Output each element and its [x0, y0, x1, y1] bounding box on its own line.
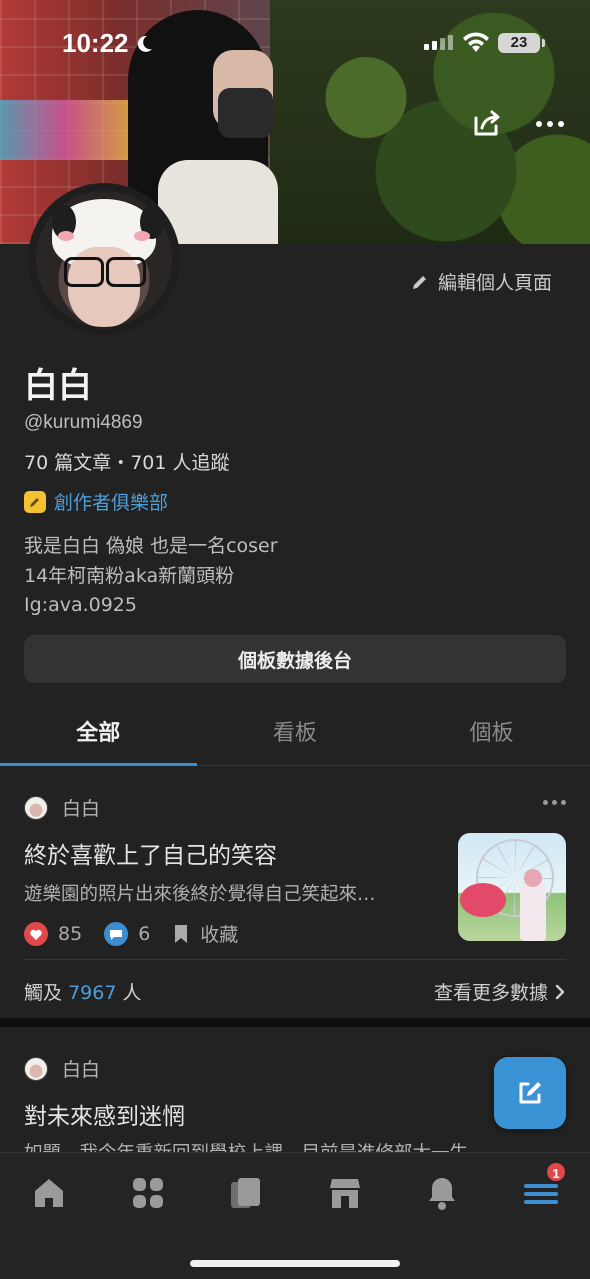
- dashboard-button[interactable]: 個板數據後台: [24, 635, 566, 683]
- author-avatar: [24, 1056, 48, 1081]
- save-label: 收藏: [200, 924, 239, 946]
- more-options-button[interactable]: [530, 104, 570, 144]
- more-data-label: 查看更多數據: [433, 982, 548, 1004]
- post-author[interactable]: 白白: [24, 794, 100, 821]
- post-more-button[interactable]: [543, 800, 566, 805]
- home-indicator[interactable]: [190, 1260, 400, 1267]
- profile-stats: 70 篇文章・701 人追蹤: [24, 452, 230, 474]
- like-button[interactable]: 85: [24, 921, 83, 946]
- moon-icon: [137, 35, 152, 52]
- cards-icon: [231, 1178, 260, 1208]
- author-name: 白白: [62, 1059, 101, 1081]
- heart-icon: [24, 921, 48, 946]
- status-time: 10:22: [62, 28, 129, 58]
- compose-button[interactable]: [494, 1057, 566, 1129]
- profile-bio: 我是白白 偽娘 也是一名coser 14年柯南粉aka新蘭頭粉 Ig:ava.0…: [24, 532, 278, 621]
- nav-cards[interactable]: [222, 1171, 270, 1215]
- tab-personal-board[interactable]: 個板: [393, 704, 590, 765]
- share-icon: [474, 110, 500, 136]
- post-actions: 85 6 收藏: [24, 920, 260, 947]
- creator-club-link[interactable]: 創作者俱樂部: [24, 488, 168, 515]
- more-data-link[interactable]: 查看更多數據: [434, 978, 566, 1005]
- post-author[interactable]: 白白: [24, 1055, 100, 1082]
- post-reach: 觸及 7967 人: [24, 982, 142, 1004]
- bookmark-icon: [175, 924, 188, 943]
- edit-profile-label: 編輯個人頁面: [438, 272, 553, 294]
- bio-line: Ig:ava.0925: [24, 594, 137, 616]
- like-count: 85: [58, 922, 83, 945]
- reach-count: 7967: [68, 982, 117, 1004]
- pen-badge-icon: [24, 490, 46, 513]
- nav-boards[interactable]: [124, 1171, 172, 1215]
- post-card[interactable]: 白白 終於喜歡上了自己的笑容 遊樂園的照片出來後終於覺得自己笑起來… 85 6 …: [0, 766, 590, 1018]
- post-separator: [0, 1018, 590, 1027]
- post-excerpt: 如題，我今年重新回到學校上課，目前是進修部大一生: [24, 1139, 544, 1152]
- author-avatar: [24, 795, 48, 820]
- compose-icon: [519, 1082, 541, 1104]
- tab-all[interactable]: 全部: [0, 704, 197, 766]
- profile-tabs: 全部 看板 個板: [0, 704, 590, 766]
- comment-icon: [104, 921, 129, 946]
- nav-menu[interactable]: 1: [517, 1161, 567, 1215]
- share-button[interactable]: [466, 104, 506, 144]
- tab-boards[interactable]: 看板: [197, 704, 394, 765]
- comment-count: 6: [138, 922, 151, 945]
- home-icon: [35, 1179, 63, 1207]
- status-bar: 10:22 23: [0, 0, 590, 88]
- notification-badge: 1: [545, 1161, 567, 1183]
- nav-shop[interactable]: [321, 1171, 369, 1215]
- save-button[interactable]: 收藏: [172, 920, 238, 947]
- nav-notifications[interactable]: [418, 1171, 466, 1215]
- post-title: 對未來感到迷惘: [24, 1104, 185, 1130]
- avatar[interactable]: [28, 183, 180, 335]
- cellular-signal-icon: [424, 35, 453, 50]
- battery-indicator: 23: [498, 33, 545, 53]
- profile-name: 白白: [24, 366, 92, 406]
- pencil-icon: [413, 275, 426, 289]
- profile-handle: @kurumi4869: [24, 412, 143, 433]
- shop-icon: [330, 1179, 360, 1208]
- post-excerpt: 遊樂園的照片出來後終於覺得自己笑起來…: [24, 884, 376, 905]
- post-title: 終於喜歡上了自己的笑容: [24, 843, 277, 869]
- post-thumbnail: [458, 833, 566, 941]
- bell-icon: [429, 1178, 455, 1210]
- chevron-right-icon: [555, 984, 565, 999]
- author-name: 白白: [62, 798, 101, 820]
- bio-line: 14年柯南粉aka新蘭頭粉: [24, 564, 235, 587]
- nav-home[interactable]: [25, 1171, 73, 1215]
- edit-profile-button[interactable]: 編輯個人頁面: [410, 268, 552, 295]
- creator-club-label: 創作者俱樂部: [54, 492, 169, 514]
- grid-icon: [133, 1178, 163, 1208]
- comment-button[interactable]: 6: [104, 921, 151, 946]
- wifi-icon: [463, 32, 489, 52]
- bio-line: 我是白白 偽娘 也是一名coser: [24, 535, 278, 557]
